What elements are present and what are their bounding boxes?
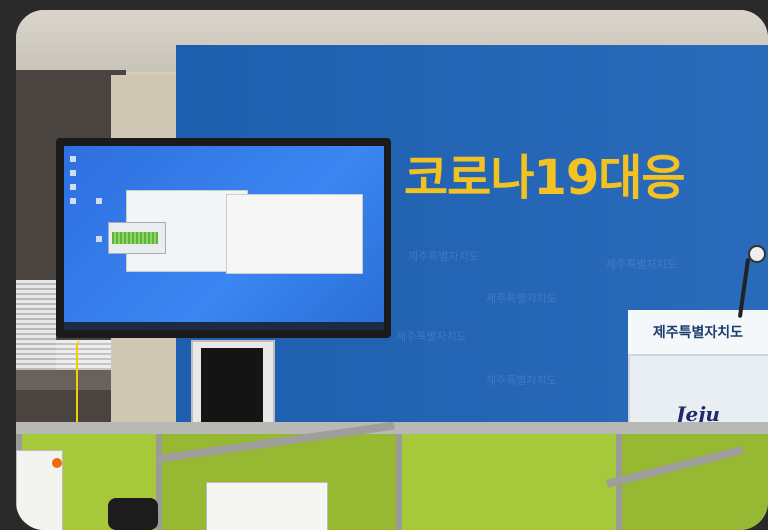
backdrop-watermark: 제주특별자치도 (606, 258, 677, 271)
backdrop-watermark: 제주특별자치도 (486, 374, 557, 387)
paper-stack (16, 280, 56, 380)
desktop-icon (70, 198, 76, 204)
backdrop-headline: 코로나19대응 (404, 150, 686, 206)
yellow-cable (76, 340, 88, 430)
microphone-icon (748, 245, 766, 263)
desktop-icon (96, 198, 102, 204)
desktop-icon (70, 184, 76, 190)
backdrop-watermark: 제주특별자치도 (396, 330, 467, 343)
screen-graph (112, 232, 158, 244)
shelf (16, 370, 126, 390)
backdrop-watermark: 제주특별자치도 (408, 250, 479, 263)
cubicle-panel (616, 434, 768, 530)
orange-marker (52, 458, 62, 468)
screen-window (226, 194, 363, 274)
desk-phone (108, 498, 158, 530)
desktop-icon (70, 170, 76, 176)
desktop-icon (70, 156, 76, 162)
desktop-icon (96, 236, 102, 242)
binder (206, 482, 328, 530)
podium-label: 제주특별자치도 (652, 325, 744, 341)
photo-frame: 제주특별자치도 제주특별자치도 제주특별자치도 제주특별자치도 제주특별자치도 … (16, 10, 768, 530)
backdrop-watermark: 제주특별자치도 (486, 292, 557, 305)
screen-taskbar (64, 322, 384, 330)
cubicle-panel (396, 434, 622, 530)
